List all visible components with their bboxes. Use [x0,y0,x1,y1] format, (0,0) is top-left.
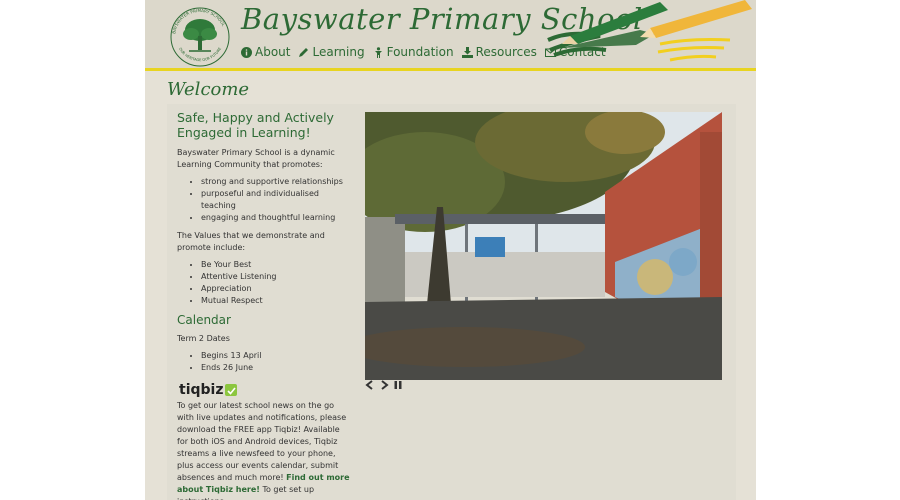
pencil-icon [298,47,309,58]
values-intro: The Values that we demonstrate and promo… [177,231,325,252]
info-icon [241,46,252,58]
welcome-heading: Welcome [167,79,250,100]
nav-label: Foundation [386,45,454,59]
slideshow-photo[interactable] [365,112,722,380]
pencils-decoration [547,0,752,62]
tiqbiz-text: To get our latest school news on the go … [177,401,347,482]
nav-label: Learning [312,45,365,59]
school-logo[interactable]: BAYSWATER PRIMARY SCHOOL OUR HERITAGE OU… [167,6,233,68]
content-panel: Safe, Happy and Actively Engaged in Lear… [167,104,736,500]
calendar-dates: Begins 13 April Ends 26 June [201,350,353,374]
site-header: BAYSWATER PRIMARY SCHOOL OUR HERITAGE OU… [145,0,756,71]
list-item: Attentive Listening [201,271,353,283]
tiqbiz-paragraph: To get our latest school news on the go … [177,400,353,500]
promotes-list: strong and supportive relationships purp… [201,176,353,224]
pause-icon[interactable] [393,380,403,390]
list-item: Appreciation [201,283,353,295]
list-item: strong and supportive relationships [201,176,353,188]
header-divider [145,68,756,71]
previous-slide-icon[interactable] [365,380,375,390]
slideshow-controls [365,380,403,390]
page: BAYSWATER PRIMARY SCHOOL OUR HERITAGE OU… [145,0,756,500]
next-slide-icon[interactable] [379,380,389,390]
intro-paragraph: Bayswater Primary School is a dynamic Le… [177,148,335,169]
list-item: purposeful and individualised teaching [201,188,353,212]
intro-column: Safe, Happy and Actively Engaged in Lear… [177,110,353,500]
list-item: Begins 13 April [201,350,353,362]
list-item: Mutual Respect [201,295,353,307]
nav-item-foundation[interactable]: Foundation [373,45,454,59]
list-item: Ends 26 June [201,362,353,374]
nav-label: Resources [475,45,537,59]
values-list: Be Your Best Attentive Listening Appreci… [201,259,353,307]
nav-item-learning[interactable]: Learning [298,45,365,59]
tiqbiz-logo[interactable]: tiqbiz [179,382,353,398]
nav-item-resources[interactable]: Resources [461,45,537,59]
calendar-subtitle: Term 2 Dates [177,334,230,343]
tiqbiz-logo-text: tiqbiz [179,382,224,398]
list-item: Be Your Best [201,259,353,271]
checkmark-icon [225,384,238,396]
nav-label: About [255,45,291,59]
calendar-title: Calendar [177,313,231,327]
child-icon [373,46,384,58]
download-icon [461,46,473,58]
nav-item-about[interactable]: About [241,45,290,59]
list-item: engaging and thoughtful learning [201,212,353,224]
intro-headline: Safe, Happy and Actively Engaged in Lear… [177,110,334,140]
